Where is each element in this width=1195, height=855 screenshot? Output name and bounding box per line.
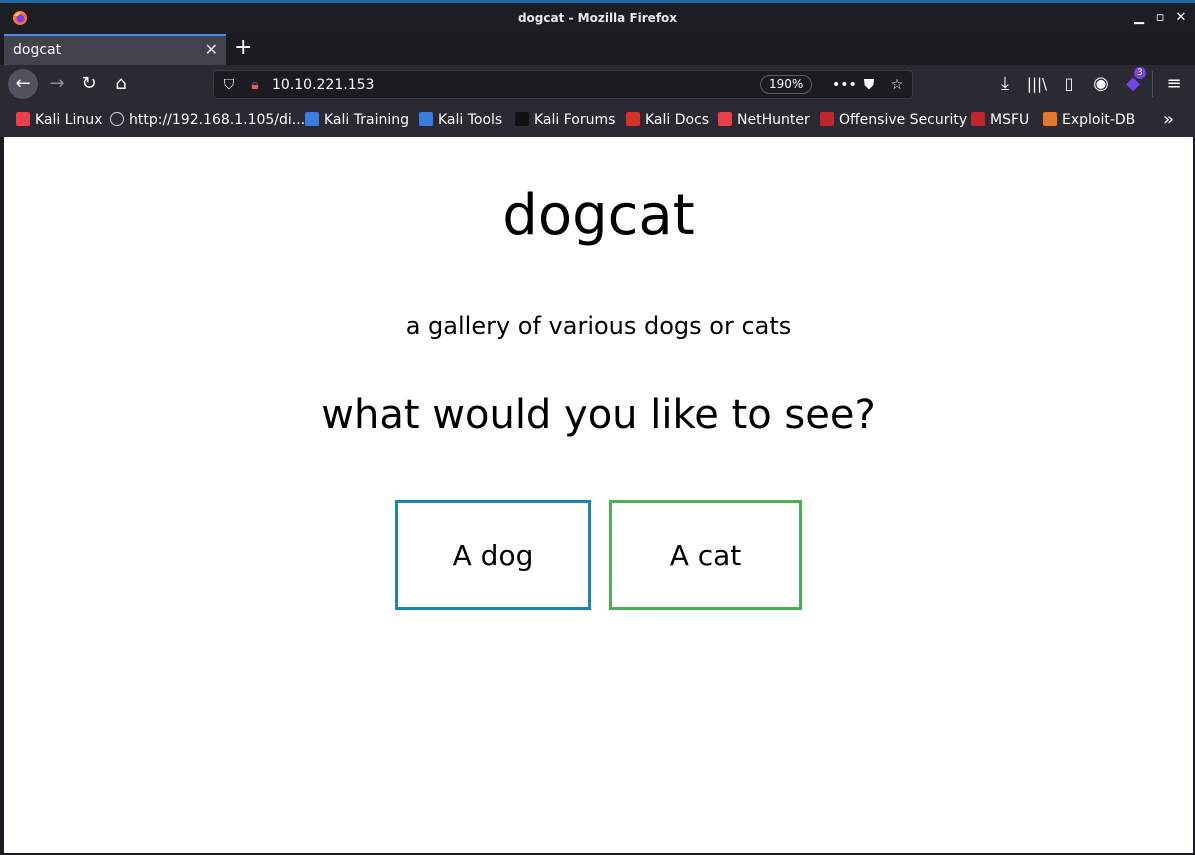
bookmark-kali-linux[interactable]: Kali Linux bbox=[16, 112, 102, 128]
app-menu-icon[interactable]: ≡ bbox=[1159, 69, 1189, 99]
kali-forums-icon bbox=[515, 112, 529, 126]
bookmark-label: Offensive Security bbox=[839, 112, 968, 128]
bookmark-kali-forums[interactable]: Kali Forums bbox=[515, 112, 615, 128]
maximize-button[interactable]: ▫ bbox=[1151, 9, 1169, 27]
tab-dogcat[interactable]: dogcat ✕ bbox=[4, 34, 226, 65]
bookmark-label: Exploit-DB bbox=[1062, 112, 1136, 128]
url-text[interactable]: 10.10.221.153 bbox=[272, 77, 374, 93]
bookmark-label: Kali Tools bbox=[438, 112, 503, 128]
minimize-button[interactable]: ▁ bbox=[1130, 9, 1148, 27]
bookmark-offensive-security[interactable]: Offensive Security bbox=[820, 112, 967, 128]
msfu-icon bbox=[971, 112, 985, 126]
cat-button[interactable]: A cat bbox=[609, 500, 802, 610]
url-bar[interactable]: ⛉ 🔒︎ 10.10.221.153 190% ••• ⛊ ☆ bbox=[213, 70, 913, 99]
zoom-level-button[interactable]: 190% bbox=[760, 75, 813, 94]
bookmark-kali-docs[interactable]: Kali Docs bbox=[626, 112, 709, 128]
bookmark-label: http://192.168.1.105/di... bbox=[129, 112, 306, 128]
kali-icon bbox=[16, 112, 30, 126]
kali-training-icon bbox=[305, 112, 319, 126]
window-title: dogcat - Mozilla Firefox bbox=[517, 11, 678, 25]
bookmark-kali-training[interactable]: Kali Training bbox=[305, 112, 409, 128]
tab-close-icon[interactable]: ✕ bbox=[205, 40, 218, 59]
forward-button[interactable]: → bbox=[42, 69, 72, 99]
page-title: dogcat bbox=[502, 183, 695, 248]
kali-tools-icon bbox=[419, 112, 433, 126]
new-tab-button[interactable]: + bbox=[234, 35, 252, 60]
bookmark-exploit-db[interactable]: Exploit-DB bbox=[1043, 112, 1135, 128]
home-button[interactable]: ⌂ bbox=[106, 69, 136, 99]
close-window-button[interactable]: ✕ bbox=[1172, 9, 1190, 27]
extension-icon[interactable]: ◆ 3 bbox=[1118, 67, 1148, 99]
exploitdb-icon bbox=[1043, 112, 1057, 126]
bookmarks-overflow-chevron-icon[interactable]: » bbox=[1163, 109, 1174, 130]
tracking-protection-shield-icon[interactable]: ⛉ bbox=[220, 76, 238, 94]
downloads-icon[interactable]: ⤓ bbox=[990, 69, 1020, 99]
reload-button[interactable]: ↻ bbox=[74, 69, 104, 99]
bookmark-label: Kali Linux bbox=[35, 112, 103, 128]
globe-icon bbox=[110, 112, 124, 126]
bookmark-local-url[interactable]: http://192.168.1.105/di... bbox=[110, 112, 305, 128]
tab-bar: dogcat ✕ + bbox=[0, 34, 1195, 65]
insecure-lock-icon[interactable]: 🔒︎ bbox=[246, 76, 264, 94]
page-question: what would you like to see? bbox=[321, 392, 876, 438]
back-button[interactable]: ← bbox=[8, 69, 38, 99]
bookmark-label: Kali Docs bbox=[645, 112, 710, 128]
pocket-icon[interactable]: ⛊ bbox=[860, 76, 878, 94]
page-actions-icon[interactable]: ••• bbox=[832, 76, 857, 94]
sidebar-icon[interactable]: ▯ bbox=[1054, 69, 1084, 99]
page-content: dogcat a gallery of various dogs or cats… bbox=[4, 137, 1193, 853]
bookmark-label: NetHunter bbox=[737, 112, 810, 128]
toolbar-divider bbox=[1152, 71, 1153, 97]
dog-button[interactable]: A dog bbox=[395, 500, 591, 610]
bookmark-star-icon[interactable]: ☆ bbox=[888, 76, 906, 94]
bookmark-label: MSFU bbox=[990, 112, 1030, 128]
nethunter-icon bbox=[718, 112, 732, 126]
navigation-toolbar: ← → ↻ ⌂ ⛉ 🔒︎ 10.10.221.153 190% ••• ⛊ ☆ … bbox=[0, 65, 1195, 103]
kali-docs-icon bbox=[626, 112, 640, 126]
bookmark-nethunter[interactable]: NetHunter bbox=[718, 112, 810, 128]
bookmark-label: Kali Forums bbox=[534, 112, 616, 128]
account-icon[interactable]: ◉ bbox=[1086, 69, 1116, 99]
tab-label: dogcat bbox=[13, 42, 62, 58]
offsec-icon bbox=[820, 112, 834, 126]
extension-badge: 3 bbox=[1134, 67, 1146, 79]
page-subtitle: a gallery of various dogs or cats bbox=[405, 312, 792, 340]
bookmarks-toolbar: Kali Linux http://192.168.1.105/di... Ka… bbox=[0, 103, 1195, 137]
library-icon[interactable]: |||\ bbox=[1022, 69, 1052, 99]
bookmark-msfu[interactable]: MSFU bbox=[971, 112, 1029, 128]
bookmark-label: Kali Training bbox=[324, 112, 409, 128]
window-titlebar: dogcat - Mozilla Firefox ▁ ▫ ✕ bbox=[0, 0, 1195, 34]
bookmark-kali-tools[interactable]: Kali Tools bbox=[419, 112, 502, 128]
